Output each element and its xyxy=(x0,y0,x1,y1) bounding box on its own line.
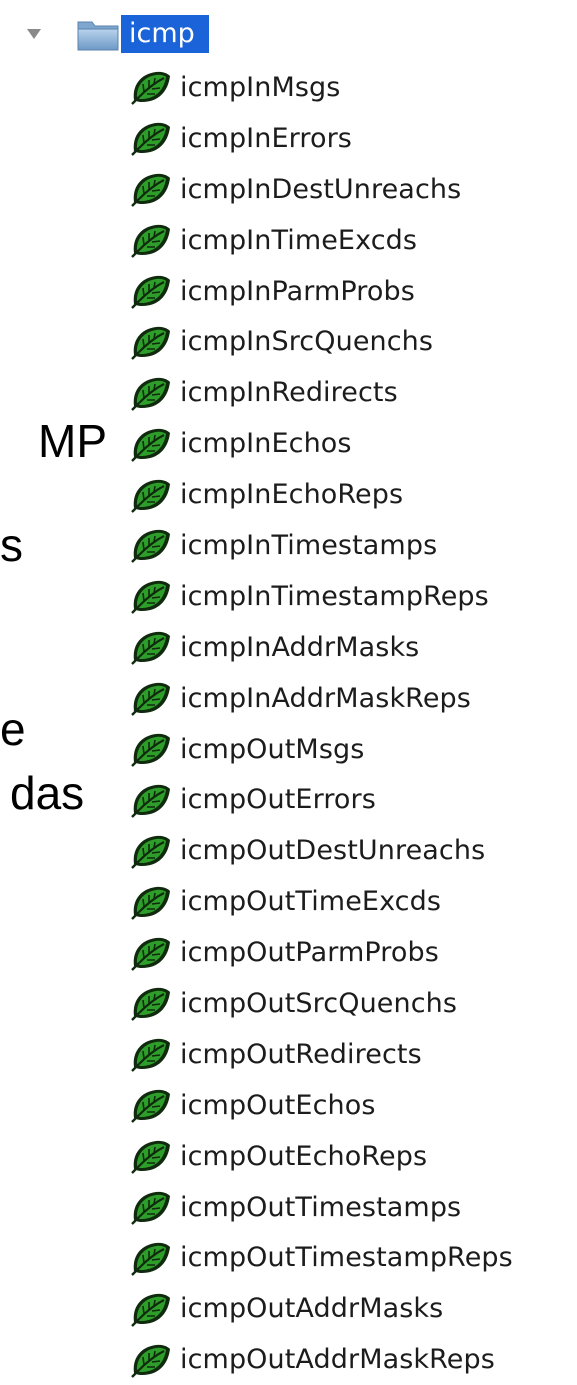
tree-leaf-label: icmpInEchoReps xyxy=(180,479,404,511)
tree-leaf-label: icmpOutAddrMaskReps xyxy=(180,1344,495,1376)
leaf-icon xyxy=(131,835,170,869)
leaf-icon xyxy=(131,1141,170,1174)
tree-leaf-item[interactable]: icmpInRedirects xyxy=(130,367,513,418)
tree-leaf-label: icmpInMsgs xyxy=(180,71,341,103)
tree-leaf-item[interactable]: icmpOutMsgs xyxy=(130,724,513,775)
tree-leaf-item[interactable]: icmpOutParmProbs xyxy=(130,927,513,978)
tree-leaf-label: icmpInDestUnreachs xyxy=(180,173,462,205)
tree-leaf-item[interactable]: icmpOutTimestamps xyxy=(130,1182,513,1233)
leaf-icon xyxy=(131,733,170,767)
leaf-icon xyxy=(131,428,170,462)
leaf-icon xyxy=(131,784,170,818)
tree-leaf-label: icmpOutErrors xyxy=(180,784,376,816)
tree-node-icmp[interactable]: icmp xyxy=(26,14,209,54)
leaf-icon xyxy=(131,581,170,615)
tree-leaf-label: icmpOutTimestampReps xyxy=(180,1242,513,1274)
tree-leaf-label: icmpOutSrcQuenchs xyxy=(180,987,458,1019)
tree-leaf-item[interactable]: icmpInTimestampReps xyxy=(130,571,513,622)
tree-leaf-label: icmpOutEchos xyxy=(180,1089,376,1121)
leaf-icon xyxy=(131,479,170,513)
leaf-icon xyxy=(131,1090,170,1124)
tree-leaf-item[interactable]: icmpOutTimestampReps xyxy=(130,1232,513,1283)
tree-leaf-label: icmpOutRedirects xyxy=(180,1038,422,1070)
leaf-icon xyxy=(131,682,170,716)
leaf-icon xyxy=(131,886,170,920)
tree-leaf-label: icmpInAddrMaskReps xyxy=(180,682,471,714)
folder-icon xyxy=(77,21,119,51)
leaf-icon xyxy=(131,1242,170,1276)
tree-leaf-item[interactable]: icmpInSrcQuenchs xyxy=(130,316,513,367)
leaf-icon xyxy=(131,326,170,360)
disclosure-triangle-expanded-icon[interactable] xyxy=(26,27,42,41)
tree-leaf-item[interactable]: icmpOutSrcQuenchs xyxy=(130,978,513,1029)
leaf-icon xyxy=(131,632,170,666)
tree-leaf-item[interactable]: icmpOutAddrMaskReps xyxy=(130,1334,513,1385)
tree-leaf-label: icmpInParmProbs xyxy=(180,275,415,307)
tree-leaf-label: icmpInRedirects xyxy=(180,377,398,409)
tree-leaf-item[interactable]: icmpInEchoReps xyxy=(130,469,513,520)
tree-leaf-item[interactable]: icmpInAddrMaskReps xyxy=(130,673,513,724)
tree-leaf-item[interactable]: icmpOutTimeExcds xyxy=(130,876,513,927)
tree-leaf-label: icmpOutMsgs xyxy=(180,733,365,765)
mib-tree-view: icmp icmpInMsgs icmpInErrors icmpInDestUnr… xyxy=(0,0,577,1378)
tree-leaf-label: icmpOutAddrMasks xyxy=(180,1293,444,1325)
tree-leaf-label: icmpInSrcQuenchs xyxy=(180,326,434,358)
tree-leaf-label: icmpOutTimestamps xyxy=(180,1191,462,1223)
leaf-icon xyxy=(131,224,170,258)
leaf-icon xyxy=(131,174,170,208)
tree-leaf-item[interactable]: icmpInMsgs xyxy=(130,62,513,113)
tree-leaf-label: icmpInAddrMasks xyxy=(180,631,420,663)
tree-leaf-item[interactable]: icmpInTimestamps xyxy=(130,520,513,571)
leaf-icon xyxy=(131,123,170,157)
leaf-icon xyxy=(131,530,170,564)
tree-leaf-item[interactable]: icmpOutAddrMasks xyxy=(130,1283,513,1334)
tree-leaf-label: icmpOutParmProbs xyxy=(180,937,439,969)
leaf-icon xyxy=(131,1344,170,1378)
leaf-icon xyxy=(131,1039,170,1073)
tree-leaf-label: icmpOutDestUnreachs xyxy=(180,835,486,867)
tree-leaf-label: icmpInEchos xyxy=(180,428,352,460)
leaf-icon xyxy=(131,72,170,106)
tree-leaf-item[interactable]: icmpInAddrMasks xyxy=(130,622,513,673)
tree-leaf-label: icmpInTimeExcds xyxy=(180,224,418,256)
tree-leaf-label: icmpInTimestamps xyxy=(180,529,438,561)
tree-node-label-selected[interactable]: icmp xyxy=(121,15,209,53)
tree-leaf-item[interactable]: icmpInTimeExcds xyxy=(130,215,513,266)
leaf-icon xyxy=(131,937,170,971)
leaf-icon xyxy=(131,275,170,309)
tree-leaf-label: icmpOutTimeExcds xyxy=(180,886,442,918)
tree-leaf-item[interactable]: icmpInParmProbs xyxy=(130,266,513,317)
leaf-icon xyxy=(131,377,170,411)
tree-leaf-label: icmpOutEchoReps xyxy=(180,1140,428,1172)
tree-leaf-item[interactable]: icmpOutEchos xyxy=(130,1080,513,1131)
tree-leaf-item[interactable]: icmpInErrors xyxy=(130,113,513,164)
tree-leaf-item[interactable]: icmpOutEchoReps xyxy=(130,1131,513,1182)
tree-leaf-item[interactable]: icmpOutDestUnreachs xyxy=(130,825,513,876)
tree-leaf-label: icmpInErrors xyxy=(180,122,352,154)
leaf-icon xyxy=(131,1293,170,1327)
tree-leaf-item[interactable]: icmpOutErrors xyxy=(130,774,513,825)
leaf-icon xyxy=(131,988,170,1022)
tree-leaf-item[interactable]: icmpInDestUnreachs xyxy=(130,164,513,215)
tree-leaf-item[interactable]: icmpInEchos xyxy=(130,418,513,469)
leaf-icon xyxy=(131,1191,170,1225)
tree-children-list: icmpInMsgs icmpInErrors icmpInDestUnreachs… xyxy=(130,62,513,1385)
tree-leaf-label: icmpInTimestampReps xyxy=(180,580,489,612)
tree-leaf-item[interactable]: icmpOutRedirects xyxy=(130,1029,513,1080)
